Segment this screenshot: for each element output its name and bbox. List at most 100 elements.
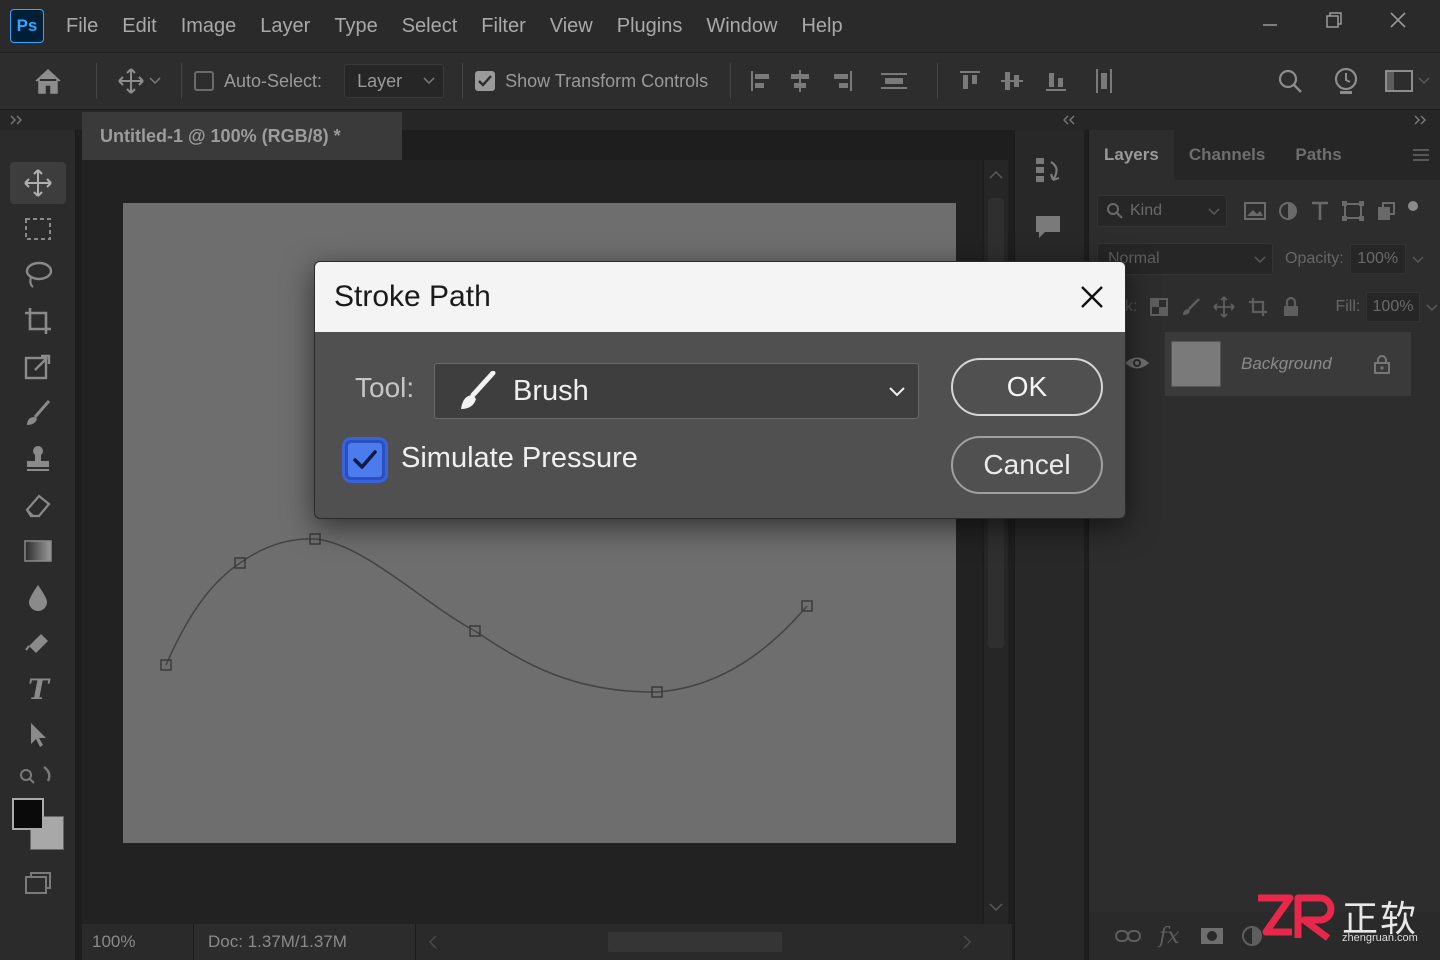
cancel-button[interactable]: Cancel <box>951 436 1103 494</box>
move-tool-preset-button[interactable] <box>109 67 169 95</box>
tool-blur[interactable] <box>10 576 66 618</box>
tool-lasso[interactable] <box>10 254 66 296</box>
simulate-pressure-label: Simulate Pressure <box>401 442 638 474</box>
tool-marquee[interactable] <box>10 208 66 250</box>
tool-type[interactable]: T <box>10 668 66 710</box>
horizontal-scrollbar[interactable] <box>422 930 982 954</box>
panel-menu-button[interactable] <box>1401 130 1440 180</box>
tool-frame[interactable] <box>10 346 66 388</box>
ok-button[interactable]: OK <box>951 358 1103 416</box>
tool-gradient[interactable] <box>10 530 66 572</box>
distribute-vertical-button[interactable] <box>1078 67 1130 95</box>
comments-panel-button[interactable] <box>1033 212 1063 247</box>
align-center-h-button[interactable] <box>779 69 821 93</box>
lock-position-icon[interactable] <box>1213 296 1236 318</box>
chevron-down-icon <box>1254 256 1266 264</box>
filter-pixel-icon[interactable] <box>1243 201 1267 221</box>
menu-file[interactable]: File <box>54 15 110 38</box>
horizontal-scroll-thumb[interactable] <box>608 932 782 952</box>
photoshop-logo: Ps <box>10 9 44 43</box>
align-top-button[interactable] <box>950 69 990 93</box>
tool-stamp[interactable] <box>10 438 66 480</box>
tool-extra[interactable] <box>10 758 66 790</box>
tool-dropdown[interactable]: Brush <box>434 363 919 419</box>
tab-paths[interactable]: Paths <box>1280 130 1356 180</box>
doc-size-info[interactable]: Doc: 1.37M/1.37M <box>194 924 416 960</box>
align-bottom-icon <box>1046 73 1067 91</box>
menu-type[interactable]: Type <box>322 15 389 38</box>
link-layers-icon[interactable] <box>1115 928 1141 944</box>
menu-help[interactable]: Help <box>789 15 854 38</box>
chevron-right-icon <box>963 935 972 949</box>
home-button[interactable] <box>0 52 96 110</box>
tool-crop[interactable] <box>10 300 66 342</box>
menu-window[interactable]: Window <box>694 15 789 38</box>
filter-kind-value: Kind <box>1130 202 1163 219</box>
menu-view[interactable]: View <box>538 15 605 38</box>
filter-shape-icon[interactable] <box>1341 200 1365 222</box>
simulate-pressure-checkbox[interactable] <box>345 440 385 480</box>
align-left-button[interactable] <box>743 69 779 93</box>
filter-kind-dropdown[interactable]: Kind <box>1097 195 1227 227</box>
chevron-down-icon[interactable] <box>1426 300 1437 314</box>
foreground-color-swatch[interactable] <box>12 798 44 830</box>
align-right-button[interactable] <box>821 69 863 93</box>
filter-adjustment-icon[interactable] <box>1277 200 1299 222</box>
auto-select-checkbox[interactable] <box>194 71 214 91</box>
window-close-button[interactable] <box>1366 0 1430 40</box>
tool-dodge[interactable] <box>10 622 66 664</box>
align-bottom-button[interactable] <box>1034 69 1078 93</box>
screen-mode-button[interactable] <box>10 862 66 904</box>
collapse-panel-icon[interactable] <box>1062 114 1076 126</box>
add-mask-icon[interactable] <box>1200 926 1224 946</box>
search-icon <box>1278 69 1302 93</box>
chevron-down-icon[interactable] <box>1412 252 1424 266</box>
layer-filter-row: Kind <box>1097 194 1437 228</box>
menu-edit[interactable]: Edit <box>110 15 168 38</box>
lock-all-icon[interactable] <box>1281 296 1301 318</box>
filter-type-icon[interactable] <box>1309 200 1331 222</box>
workspace-button[interactable] <box>1374 68 1440 94</box>
fill-input[interactable]: 100% <box>1366 292 1420 322</box>
restore-button[interactable] <box>1302 0 1366 40</box>
zoom-level[interactable]: 100% <box>82 924 194 960</box>
menu-layer[interactable]: Layer <box>248 15 322 38</box>
filter-toggle-icon[interactable] <box>1407 201 1419 221</box>
auto-select-target-dropdown[interactable]: Layer <box>344 64 445 98</box>
expand-panel-icon[interactable] <box>1414 114 1428 126</box>
more-tools-icon <box>20 766 51 784</box>
menu-plugins[interactable]: Plugins <box>605 15 695 38</box>
eye-icon[interactable] <box>1124 354 1150 372</box>
show-transform-checkbox[interactable] <box>475 71 496 91</box>
tab-channels[interactable]: Channels <box>1174 130 1281 180</box>
add-layer-style-button[interactable]: fx <box>1159 924 1180 949</box>
tab-layers[interactable]: Layers <box>1089 130 1174 180</box>
dialog-title-bar: Stroke Path <box>315 262 1125 332</box>
menu-filter[interactable]: Filter <box>469 15 537 38</box>
lock-pixels-icon[interactable] <box>1181 297 1201 317</box>
lock-artboard-icon[interactable] <box>1247 296 1269 318</box>
filter-smart-object-icon[interactable] <box>1375 200 1397 222</box>
layer-thumbnail <box>1171 341 1221 387</box>
distribute-button[interactable] <box>863 69 925 93</box>
document-tab[interactable]: Untitled-1 @ 100% (RGB/8) * <box>82 112 402 160</box>
tool-brush[interactable] <box>10 392 66 434</box>
menu-image[interactable]: Image <box>169 15 249 38</box>
tool-move[interactable] <box>10 162 66 204</box>
opacity-input[interactable]: 100% <box>1349 244 1406 274</box>
lock-transparent-icon[interactable] <box>1149 297 1169 317</box>
tool-path-selection[interactable] <box>10 714 66 756</box>
history-panel-button[interactable] <box>1033 154 1065 193</box>
layer-name: Background <box>1241 354 1332 373</box>
minimize-button[interactable] <box>1238 0 1302 40</box>
layer-row-background[interactable]: Background <box>1165 332 1411 396</box>
learn-button[interactable] <box>1318 66 1374 96</box>
tool-eraser[interactable] <box>10 484 66 526</box>
dialog-close-button[interactable] <box>1075 280 1109 314</box>
expand-panel-icon[interactable] <box>10 114 24 126</box>
search-button[interactable] <box>1262 67 1318 95</box>
align-middle-button[interactable] <box>990 69 1034 93</box>
lock-icon[interactable] <box>1373 354 1391 374</box>
menu-select[interactable]: Select <box>390 15 470 38</box>
collapsed-panels <box>1014 130 1084 960</box>
